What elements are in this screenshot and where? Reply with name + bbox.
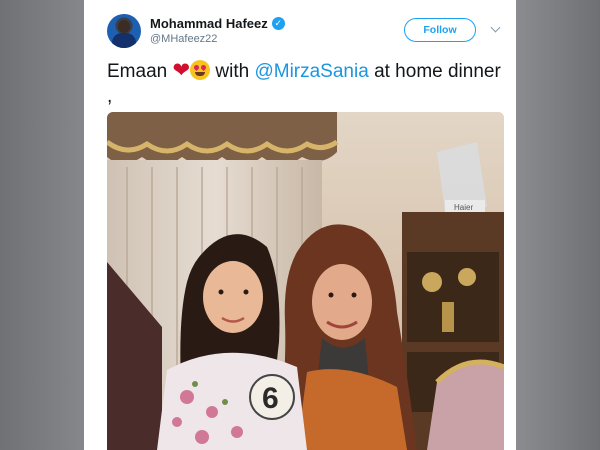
heart-eyes-emoji-icon [190,60,211,80]
avatar-torso [112,33,136,48]
mention-link[interactable]: @MirzaSania [254,61,368,82]
photo-illustration: Haier 6 [107,112,504,450]
chevron-down-icon[interactable] [490,22,501,33]
author-row: Mohammad Hafeez ✓ [150,16,285,31]
heart-emoji-icon: ❤ [172,59,191,82]
follow-button[interactable]: Follow [404,18,476,42]
tweet-card: Mohammad Hafeez ✓ @MHafeez22 Follow Emaa… [84,0,516,450]
avatar[interactable] [107,14,141,48]
left-backdrop [0,0,84,450]
tweet-photo[interactable]: Haier 6 [107,112,504,450]
verified-badge-icon: ✓ [271,17,285,30]
photo-sign-text: Haier [454,203,473,212]
avatar-head [118,20,130,33]
tweet-text-part1: Emaan [107,61,168,82]
right-backdrop [516,0,600,450]
tweet-text-with: with [215,61,250,82]
author-name[interactable]: Mohammad Hafeez [150,16,268,31]
author-handle[interactable]: @MHafeez22 [150,33,217,45]
tweet-text: Emaan ❤ with @MirzaSania at home dinner … [107,58,502,109]
shirt-number: 6 [262,382,279,415]
